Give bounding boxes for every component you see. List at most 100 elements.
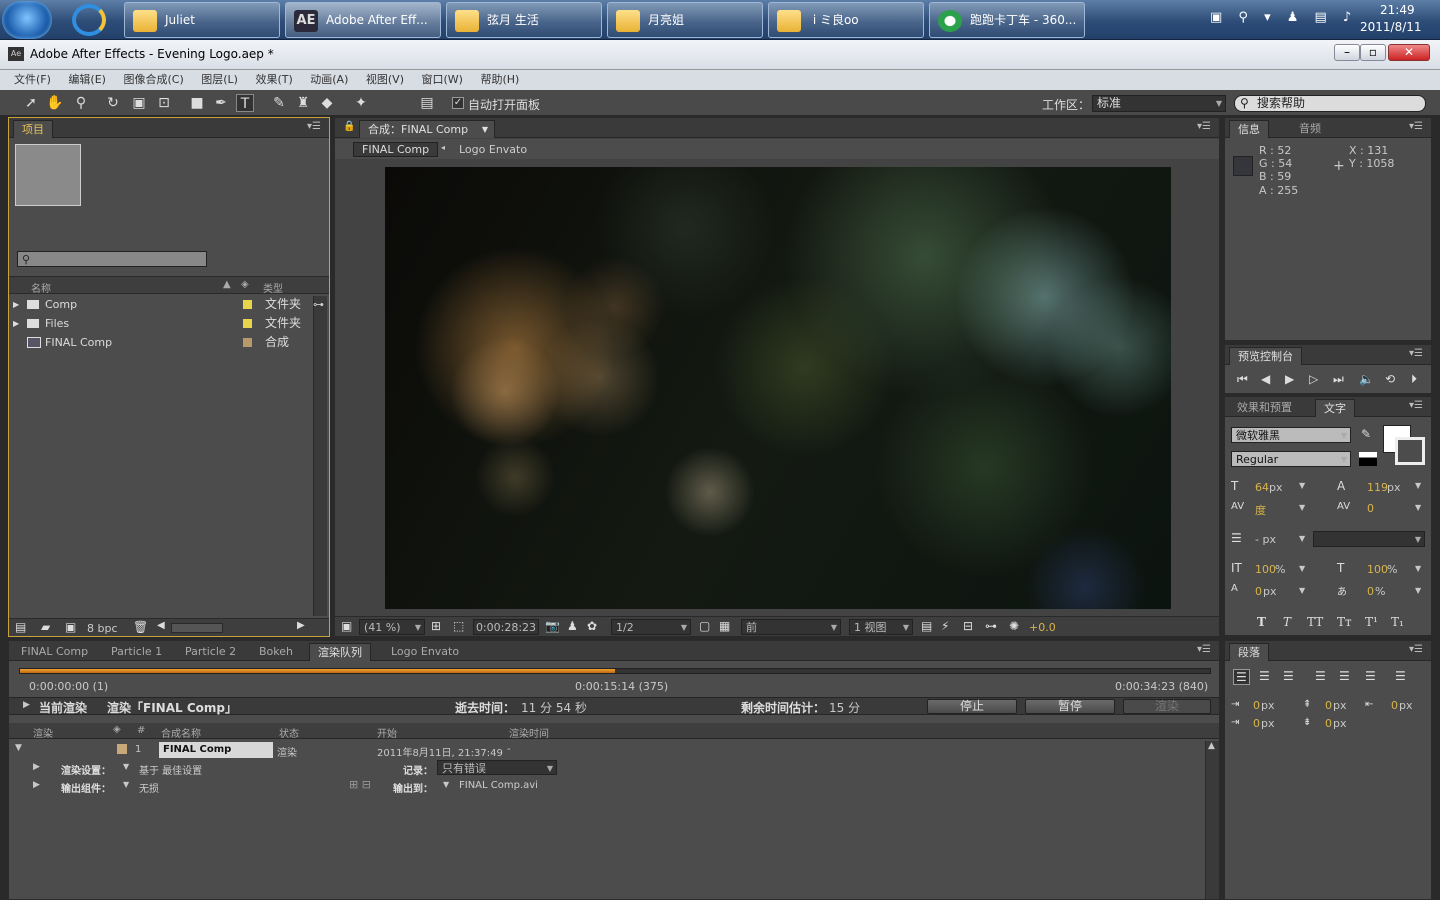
all-caps-icon[interactable]: TT <box>1307 615 1323 629</box>
selection-tool-icon[interactable]: ➚ <box>22 94 40 112</box>
column-comp-name[interactable]: 合成名称 <box>161 725 201 740</box>
panel-toggle-icon[interactable]: ▤ <box>418 94 436 112</box>
view-layout-select[interactable]: 1 视图 <box>849 619 913 635</box>
expand-arrow-icon[interactable]: ▶ <box>33 762 40 772</box>
chevron-down-icon[interactable]: ▼ <box>1299 503 1305 512</box>
text-tool-icon[interactable]: T <box>236 94 254 112</box>
tab-composition[interactable]: 合成：FINAL Comp ▼ <box>359 120 496 138</box>
taskbar-item-360[interactable]: 跑跑卡丁车 - 360... <box>929 2 1085 38</box>
panel-menu-icon[interactable]: ▾☰ <box>1197 121 1211 132</box>
next-frame-icon[interactable]: ▷ <box>1309 372 1318 386</box>
play-icon[interactable]: ▶ <box>1285 372 1294 386</box>
chevron-down-icon[interactable]: ▼ <box>1415 564 1421 573</box>
clone-stamp-tool-icon[interactable]: ♜ <box>294 94 312 112</box>
render-comp-name[interactable]: FINAL Comp <box>159 742 273 758</box>
font-family-select[interactable]: 微软雅黑 <box>1231 427 1351 443</box>
black-swatch[interactable] <box>1359 452 1377 466</box>
region-of-interest-icon[interactable]: ▢ <box>699 619 710 633</box>
column-name[interactable]: 名称 <box>31 280 51 295</box>
panel-menu-icon[interactable]: ▾☰ <box>1409 644 1423 655</box>
menu-layer[interactable]: 图层(L) <box>201 73 238 86</box>
chevron-down-icon[interactable]: ▼ <box>482 121 488 138</box>
color-channels-icon[interactable]: ✿ <box>587 619 597 633</box>
taskbar-item-qq-1[interactable]: 弦月 生活 <box>446 2 602 38</box>
reset-exposure-icon[interactable]: ✺ <box>1009 619 1019 633</box>
baseline-shift-value[interactable]: 0 <box>1255 585 1262 598</box>
pen-tool-icon[interactable]: ✒ <box>212 94 230 112</box>
faux-bold-icon[interactable]: T <box>1257 615 1266 629</box>
eraser-tool-icon[interactable]: ◆ <box>318 94 336 112</box>
loop-icon[interactable]: ⟲ <box>1385 372 1395 386</box>
always-preview-icon[interactable]: ▣ <box>341 619 352 633</box>
tracking-value[interactable]: 0 <box>1367 502 1374 515</box>
exposure-value[interactable]: +0.0 <box>1029 621 1056 634</box>
chevron-down-icon[interactable]: ▼ <box>1299 481 1305 490</box>
new-folder-icon[interactable]: ▰ <box>41 620 50 634</box>
render-button[interactable]: 渲染 <box>1123 699 1211 714</box>
label-swatch[interactable] <box>243 319 252 328</box>
column-number[interactable]: # <box>137 725 145 736</box>
menu-view[interactable]: 视图(V) <box>366 73 404 86</box>
panel-menu-icon[interactable]: ▾☰ <box>1409 121 1423 132</box>
eyedropper-icon[interactable]: ✎ <box>1361 427 1371 441</box>
menu-file[interactable]: 文件(F) <box>14 73 51 86</box>
panel-menu-icon[interactable]: ▾☰ <box>1409 400 1423 411</box>
render-queue-scrollbar[interactable]: ▲ <box>1205 741 1219 899</box>
chevron-down-icon[interactable]: ▼ <box>1299 534 1305 543</box>
breadcrumb-logo-envato[interactable]: Logo Envato <box>459 143 527 156</box>
menu-animation[interactable]: 动画(A) <box>310 73 348 86</box>
tab-paragraph[interactable]: 段落 <box>1229 643 1269 661</box>
column-status[interactable]: 状态 <box>279 725 299 740</box>
tab-particle-1[interactable]: Particle 1 <box>103 643 170 661</box>
menu-help[interactable]: 帮助(H) <box>480 73 519 86</box>
resolution-select[interactable]: 1/2 <box>611 619 691 635</box>
previous-frame-icon[interactable]: ◀ <box>1261 372 1270 386</box>
output-module-value[interactable]: 无损 <box>139 780 159 795</box>
render-queue-item[interactable]: ▼ 1 FINAL Comp 渲染 2011年8月11日, 21:37:49 - <box>9 741 1203 759</box>
pause-button[interactable]: 暂停 <box>1025 699 1115 714</box>
render-settings-value[interactable]: 基于 最佳设置 <box>139 762 202 777</box>
chevron-down-icon[interactable]: ▼ <box>1415 481 1421 490</box>
log-select[interactable]: 只有错误 <box>437 760 557 776</box>
scroll-right-icon[interactable]: ▶ <box>297 620 305 631</box>
horizontal-scale-value[interactable]: 100 <box>1367 563 1388 576</box>
tab-final-comp[interactable]: FINAL Comp <box>13 643 96 661</box>
label-swatch[interactable] <box>117 744 127 754</box>
label-column-icon[interactable]: ◈ <box>113 724 121 735</box>
expand-arrow-icon[interactable]: ▶ <box>13 295 19 314</box>
transparency-grid-icon[interactable]: ▦ <box>719 619 730 633</box>
composition-viewer[interactable] <box>385 167 1171 609</box>
expand-arrow-icon[interactable]: ▶ <box>13 314 19 333</box>
clock-time[interactable]: 21:49 <box>1380 3 1415 17</box>
column-start[interactable]: 开始 <box>377 725 397 740</box>
tab-info[interactable]: 信息 <box>1229 120 1269 138</box>
chevron-down-icon[interactable]: ▼ <box>443 780 449 789</box>
ram-preview-icon[interactable]: ⏵ <box>1411 372 1417 387</box>
rectangle-tool-icon[interactable]: ■ <box>188 94 206 112</box>
magnification-select[interactable]: (41 %) <box>359 619 425 635</box>
panel-menu-icon[interactable]: ▾☰ <box>1409 348 1423 359</box>
output-file[interactable]: FINAL Comp.avi <box>459 780 538 791</box>
breadcrumb-final-comp[interactable]: FINAL Comp <box>353 142 439 157</box>
expand-arrow-icon[interactable]: ▶ <box>33 780 40 790</box>
align-right-icon[interactable]: ☰ <box>1283 669 1294 683</box>
maximize-button[interactable]: ▫ <box>1360 44 1386 61</box>
leading-value[interactable]: 119 <box>1367 481 1388 494</box>
toggle-pixel-aspect-icon[interactable]: ▤ <box>921 619 932 633</box>
tab-logo-envato[interactable]: Logo Envato <box>383 643 467 661</box>
snapshot-icon[interactable]: 📷 <box>545 619 560 633</box>
help-search-input[interactable]: ⚲ 搜索帮助 <box>1234 95 1426 112</box>
workspace-select[interactable]: 标准 <box>1092 95 1226 112</box>
hand-tool-icon[interactable]: ✋ <box>46 94 64 112</box>
project-scrollbar[interactable] <box>313 296 327 616</box>
zoom-tool-icon[interactable]: ⚲ <box>72 94 90 112</box>
vertical-scale-value[interactable]: 100 <box>1255 563 1276 576</box>
3d-view-select[interactable]: 前 <box>741 619 841 635</box>
project-search-input[interactable]: ⚲ <box>17 251 207 267</box>
superscript-icon[interactable]: T¹ <box>1365 615 1378 629</box>
horizontal-scrollbar[interactable] <box>171 623 223 633</box>
tab-preview[interactable]: 预览控制台 <box>1229 347 1302 365</box>
start-button[interactable] <box>2 1 52 39</box>
justify-left-icon[interactable]: ☰ <box>1315 669 1326 683</box>
project-item-comp[interactable]: ▶ Comp 文件夹 <box>13 295 311 314</box>
